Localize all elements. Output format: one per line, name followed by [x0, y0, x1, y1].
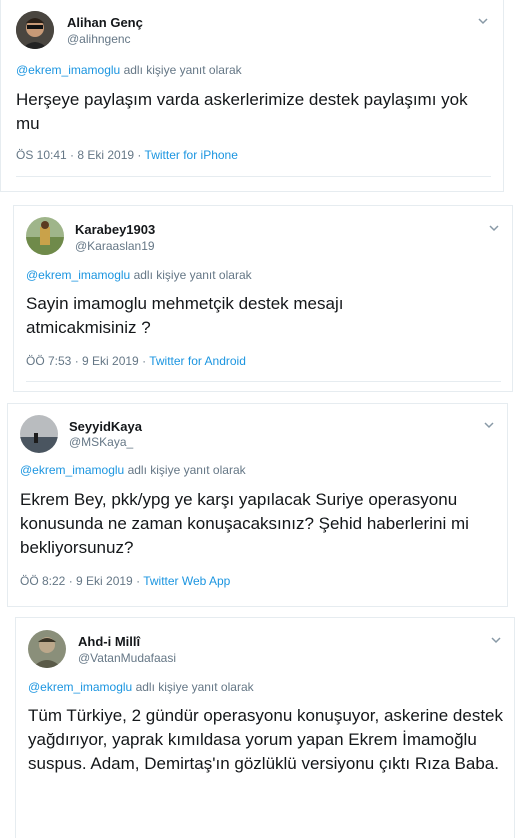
user-handle[interactable]: @alihngenc: [67, 32, 131, 46]
avatar[interactable]: [16, 11, 54, 49]
tweet-text: Tüm Türkiye, 2 gündür operasyonu konuşuy…: [28, 706, 504, 773]
avatar[interactable]: [28, 630, 66, 668]
source-link[interactable]: Twitter for iPhone: [145, 148, 238, 162]
user-handle[interactable]: @VatanMudafaasi: [78, 651, 176, 665]
tweet-meta: ÖÖ 8:22 · 9 Eki 2019 · Twitter Web App: [20, 574, 230, 588]
reply-context: @ekrem_imamoglu adlı kişiye yanıt olarak: [28, 680, 254, 694]
tweet-text: Herşeye paylaşım varda askerlerimize des…: [16, 90, 468, 133]
mention-link[interactable]: @ekrem_imamoglu: [16, 63, 120, 77]
mention-link[interactable]: @ekrem_imamoglu: [28, 680, 132, 694]
divider: [16, 176, 491, 177]
avatar[interactable]: [20, 415, 58, 453]
chevron-down-icon[interactable]: [488, 222, 500, 234]
reply-suffix: adlı kişiye yanıt olarak: [135, 680, 254, 694]
avatar[interactable]: [26, 217, 64, 255]
source-link[interactable]: Twitter Web App: [143, 574, 230, 588]
user-handle[interactable]: @Karaaslan19: [75, 239, 155, 253]
reply-suffix: adlı kişiye yanıt olarak: [133, 268, 252, 282]
divider: [26, 381, 501, 382]
reply-suffix: adlı kişiye yanıt olarak: [127, 463, 246, 477]
tweet-meta: ÖÖ 7:53 · 9 Eki 2019 · Twitter for Andro…: [26, 354, 246, 368]
tweet-card[interactable]: Alihan Genç @alihngenc @ekrem_imamoglu a…: [0, 0, 504, 192]
chevron-down-icon[interactable]: [477, 15, 489, 27]
tweet-meta: ÖS 10:41 · 8 Eki 2019 · Twitter for iPho…: [16, 148, 238, 162]
timestamp[interactable]: ÖS 10:41 · 8 Eki 2019 ·: [16, 148, 145, 162]
chevron-down-icon[interactable]: [483, 419, 495, 431]
reply-suffix: adlı kişiye yanıt olarak: [123, 63, 242, 77]
mention-link[interactable]: @ekrem_imamoglu: [26, 268, 130, 282]
mention-link[interactable]: @ekrem_imamoglu: [20, 463, 124, 477]
reply-context: @ekrem_imamoglu adlı kişiye yanıt olarak: [20, 463, 246, 477]
display-name[interactable]: Alihan Genç: [67, 15, 143, 30]
tweet-card[interactable]: SeyyidKaya @MSKaya_ @ekrem_imamoglu adlı…: [7, 403, 508, 607]
timestamp[interactable]: ÖÖ 7:53 · 9 Eki 2019 ·: [26, 354, 149, 368]
display-name[interactable]: Karabey1903: [75, 222, 155, 237]
source-link[interactable]: Twitter for Android: [149, 354, 246, 368]
tweet-text: Sayin imamoglu mehmetçik destek mesajı a…: [26, 294, 344, 337]
display-name[interactable]: SeyyidKaya: [69, 419, 142, 434]
tweet-text: Ekrem Bey, pkk/ypg ye karşı yapılacak Su…: [20, 490, 469, 557]
chevron-down-icon[interactable]: [490, 634, 502, 646]
tweet-card[interactable]: Karabey1903 @Karaaslan19 @ekrem_imamoglu…: [13, 205, 513, 392]
tweet-card[interactable]: Ahd-i Millî @VatanMudafaasi @ekrem_imamo…: [15, 617, 515, 838]
reply-context: @ekrem_imamoglu adlı kişiye yanıt olarak: [26, 268, 252, 282]
user-handle[interactable]: @MSKaya_: [69, 435, 133, 449]
display-name[interactable]: Ahd-i Millî: [78, 634, 140, 649]
timestamp[interactable]: ÖÖ 8:22 · 9 Eki 2019 ·: [20, 574, 143, 588]
reply-context: @ekrem_imamoglu adlı kişiye yanıt olarak: [16, 63, 242, 77]
